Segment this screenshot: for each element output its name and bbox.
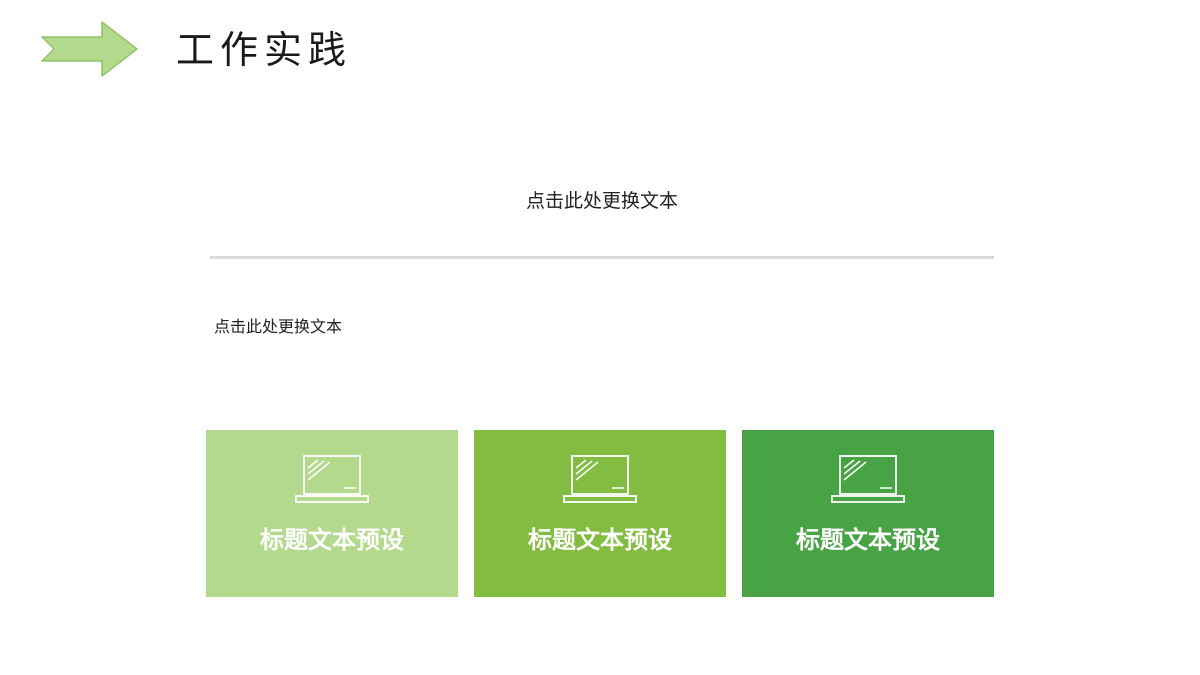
body-text[interactable]: 点击此处更换文本 — [214, 316, 342, 338]
card-label: 标题文本预设 — [260, 526, 404, 554]
card-label: 标题文本预设 — [796, 526, 940, 554]
card-3[interactable]: 标题文本预设 — [742, 430, 994, 597]
laptop-icon — [831, 455, 905, 503]
laptop-icon — [295, 455, 369, 503]
subtitle-text[interactable]: 点击此处更换文本 — [210, 188, 994, 214]
card-1[interactable]: 标题文本预设 — [206, 430, 458, 597]
divider — [210, 256, 994, 259]
card-2[interactable]: 标题文本预设 — [474, 430, 726, 597]
arrow-right-icon — [41, 21, 138, 77]
laptop-icon — [563, 455, 637, 503]
card-label: 标题文本预设 — [528, 526, 672, 554]
page-title: 工作实践 — [176, 28, 353, 72]
